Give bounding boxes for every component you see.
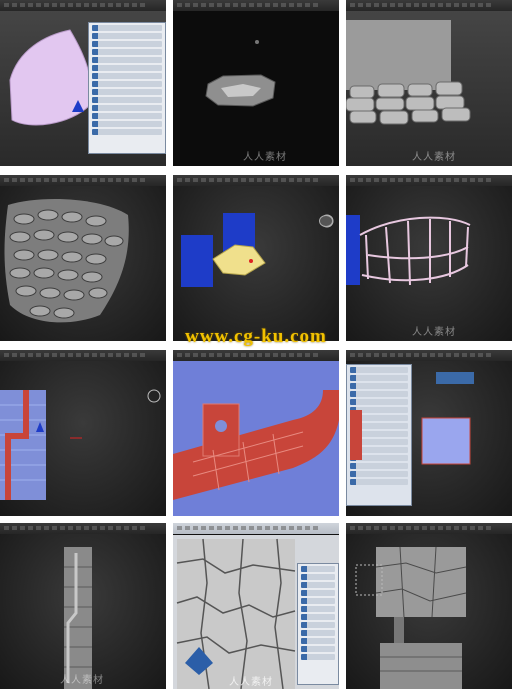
red-pipe-render: [173, 390, 339, 500]
tile-pink-mesh-editor[interactable]: [0, 0, 166, 166]
tile-stone-wall[interactable]: 人人素材: [346, 0, 512, 166]
stone-wall-render: [346, 20, 471, 125]
watermark-text: 人人素材: [243, 152, 287, 163]
tile-uv-editor[interactable]: [346, 350, 512, 516]
blue-pillars-render: [181, 213, 334, 287]
tile-column-composite[interactable]: [346, 523, 512, 689]
watermark-text: 人人素材: [412, 152, 456, 163]
tile-single-stone[interactable]: 人人素材: [173, 0, 339, 166]
stone-cluster-render: [4, 199, 129, 323]
tile-wire-cage[interactable]: 人人素材: [346, 175, 512, 341]
tile-red-pipe-closeup[interactable]: [173, 350, 339, 516]
tall-column-render: [64, 547, 92, 689]
watermark-text: 人人素材: [229, 677, 273, 688]
site-url-watermark: www.cg-ku.com: [185, 326, 327, 347]
tile-pillar-pipe[interactable]: [0, 350, 166, 516]
column-composite-render: [355, 546, 467, 689]
layers-panel[interactable]: [297, 563, 339, 685]
tile-blue-pillars[interactable]: [173, 175, 339, 341]
tile-cracked-texture[interactable]: 人人素材: [173, 523, 339, 689]
single-stone-render: [205, 40, 276, 107]
wire-cage-render: [346, 215, 471, 286]
watermark-text: 人人素材: [60, 675, 104, 686]
modifier-panel[interactable]: [88, 22, 166, 154]
pillar-pipe-render: [0, 389, 161, 500]
viewcube-icon[interactable]: [319, 215, 333, 227]
tile-stone-cluster[interactable]: [0, 175, 166, 341]
uv-layout-render: [350, 372, 474, 465]
tile-tall-column[interactable]: 人人素材: [0, 523, 166, 689]
